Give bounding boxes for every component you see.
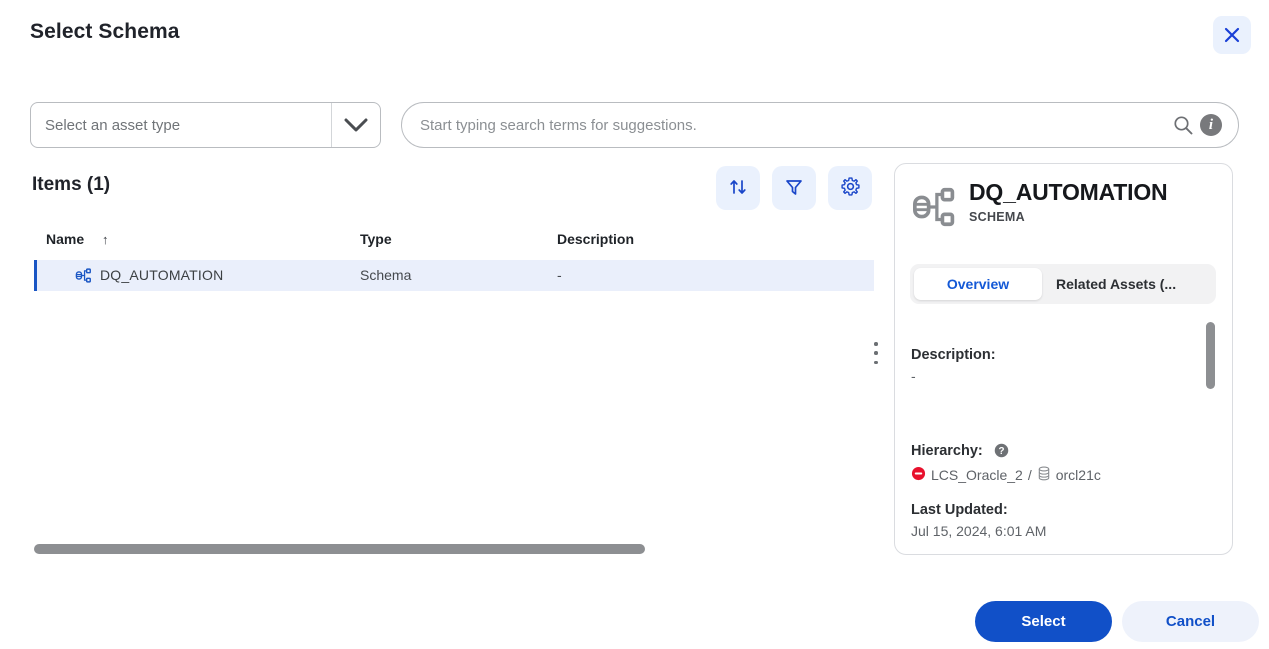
column-header-description[interactable]: Description	[557, 231, 634, 247]
row-name: DQ_AUTOMATION	[100, 267, 224, 283]
items-count-heading: Items (1)	[32, 174, 111, 195]
hierarchy-source: LCS_Oracle_2	[931, 467, 1023, 483]
search-icon[interactable]	[1172, 114, 1200, 136]
schema-icon	[911, 184, 957, 235]
detail-title: DQ_AUTOMATION	[969, 179, 1168, 205]
table-row[interactable]: DQ_AUTOMATION Schema -	[34, 260, 874, 291]
table-header: Name ↑ Type Description	[34, 231, 874, 251]
row-selected-indicator	[34, 260, 37, 291]
info-icon[interactable]: i	[1200, 114, 1222, 136]
search-input[interactable]	[402, 115, 1172, 135]
asset-detail-card: DQ_AUTOMATION SCHEMA Overview Related As…	[894, 163, 1233, 555]
funnel-icon	[784, 177, 804, 200]
horizontal-scrollbar[interactable]	[34, 544, 874, 554]
description-value: -	[911, 368, 916, 384]
sort-button[interactable]	[716, 166, 760, 210]
gear-icon	[840, 176, 861, 200]
hierarchy-database: orcl21c	[1055, 467, 1101, 483]
last-updated-value: Jul 15, 2024, 6:01 AM	[911, 523, 1047, 539]
oracle-icon	[911, 466, 926, 484]
hierarchy-label: Hierarchy:	[911, 443, 983, 459]
sort-ascending-icon: ↑	[102, 232, 109, 247]
select-schema-dialog: Select Schema Select an asset type i Ite…	[0, 0, 1269, 649]
chevron-down-icon[interactable]	[332, 118, 380, 133]
detail-header: DQ_AUTOMATION SCHEMA	[911, 179, 1168, 235]
asset-type-placeholder: Select an asset type	[45, 116, 181, 134]
database-icon	[1037, 466, 1051, 484]
help-circle-icon[interactable]: ?	[994, 443, 1009, 463]
search-box[interactable]: i	[401, 102, 1239, 148]
select-button[interactable]: Select	[975, 601, 1112, 642]
vertical-scrollbar-thumb[interactable]	[1206, 322, 1215, 389]
more-vertical-icon[interactable]	[869, 340, 883, 366]
tab-related-assets[interactable]: Related Assets (...	[1042, 268, 1190, 300]
sort-arrows-icon	[728, 177, 748, 200]
row-type: Schema	[360, 267, 412, 283]
detail-subtitle: SCHEMA	[969, 210, 1025, 225]
settings-button[interactable]	[828, 166, 872, 210]
close-button[interactable]	[1213, 16, 1251, 54]
hierarchy-value: LCS_Oracle_2 / orcl21c	[911, 466, 1101, 484]
detail-body: Description: - Hierarchy: ? LCS_Oracle_2…	[895, 319, 1232, 554]
last-updated-label: Last Updated:	[911, 502, 1008, 518]
cut-off-field-label: Created User:	[911, 551, 1003, 554]
close-icon	[1223, 26, 1241, 44]
column-header-type[interactable]: Type	[360, 231, 392, 247]
tab-overview[interactable]: Overview	[914, 268, 1042, 300]
schema-icon	[75, 267, 92, 289]
svg-text:?: ?	[998, 446, 1004, 457]
hierarchy-separator: /	[1027, 467, 1032, 483]
description-label: Description:	[911, 347, 996, 363]
cancel-button[interactable]: Cancel	[1122, 601, 1259, 642]
detail-tabs: Overview Related Assets (...	[910, 264, 1216, 304]
row-description: -	[557, 267, 562, 283]
filter-button[interactable]	[772, 166, 816, 210]
asset-type-select[interactable]: Select an asset type	[30, 102, 381, 148]
column-header-name[interactable]: Name	[46, 231, 84, 247]
page-title: Select Schema	[30, 20, 180, 43]
list-toolbar	[716, 166, 872, 210]
horizontal-scrollbar-thumb[interactable]	[34, 544, 645, 554]
